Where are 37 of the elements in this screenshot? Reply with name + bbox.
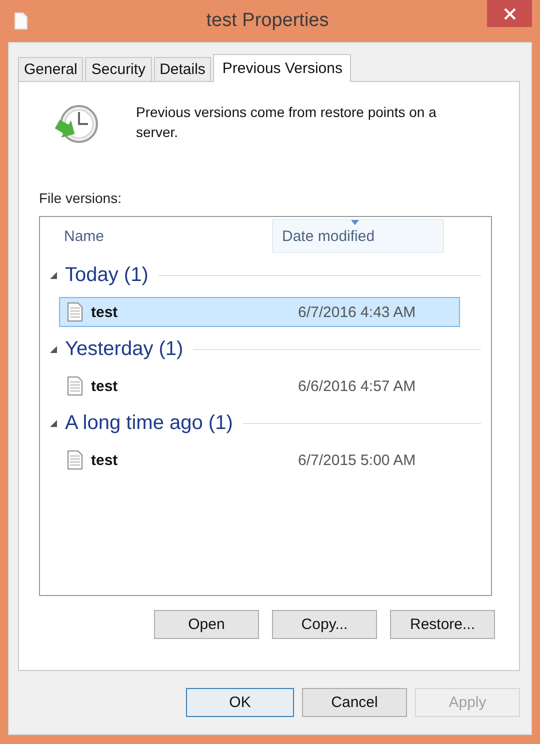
file-row[interactable]: test 6/6/2016 4:57 AM: [59, 371, 460, 401]
collapse-triangle-icon[interactable]: [50, 346, 57, 352]
action-button[interactable]: Copy...: [272, 610, 377, 639]
tab[interactable]: Security: [85, 57, 152, 81]
collapse-triangle-icon[interactable]: [50, 420, 57, 426]
file-row[interactable]: test 6/7/2015 5:00 AM: [59, 445, 460, 475]
file-date: 6/7/2015 5:00 AM: [298, 452, 416, 468]
text-file-icon: [67, 450, 83, 470]
action-button[interactable]: Restore...: [390, 610, 495, 639]
text-file-icon: [67, 302, 83, 322]
document-icon: [14, 12, 28, 30]
file-name: test: [91, 304, 119, 320]
clock-restore-icon: [52, 102, 100, 146]
info-text: Previous versions come from restore points on a server.: [136, 103, 438, 142]
window-title: test Properties: [205, 10, 330, 32]
column-header[interactable]: Name: [40, 219, 272, 253]
file-name: test: [91, 378, 119, 394]
tab[interactable]: Previous Versions: [213, 54, 352, 82]
group-title[interactable]: A long time ago (1): [65, 412, 233, 434]
file-date: 6/6/2016 4:57 AM: [298, 378, 416, 394]
file-date: 6/7/2016 4:43 AM: [298, 304, 416, 320]
file-name: test: [91, 452, 119, 468]
sort-arrow-icon: [351, 220, 359, 225]
list-label: File versions:: [39, 190, 122, 206]
tab[interactable]: General: [18, 57, 84, 81]
dialog-button[interactable]: OK: [186, 688, 294, 717]
text-file-icon: [67, 376, 83, 396]
close-icon: [502, 6, 516, 20]
dialog-button[interactable]: Cancel: [302, 688, 407, 717]
group-title[interactable]: Today (1): [65, 264, 148, 286]
collapse-triangle-icon[interactable]: [50, 272, 57, 278]
tab[interactable]: Details: [154, 57, 212, 81]
group-title[interactable]: Yesterday (1): [65, 338, 184, 360]
close-button[interactable]: [487, 0, 532, 27]
file-row[interactable]: test 6/7/2016 4:43 AM: [59, 297, 460, 327]
column-header[interactable]: Date modified: [272, 219, 444, 253]
action-button[interactable]: Open: [154, 610, 259, 639]
